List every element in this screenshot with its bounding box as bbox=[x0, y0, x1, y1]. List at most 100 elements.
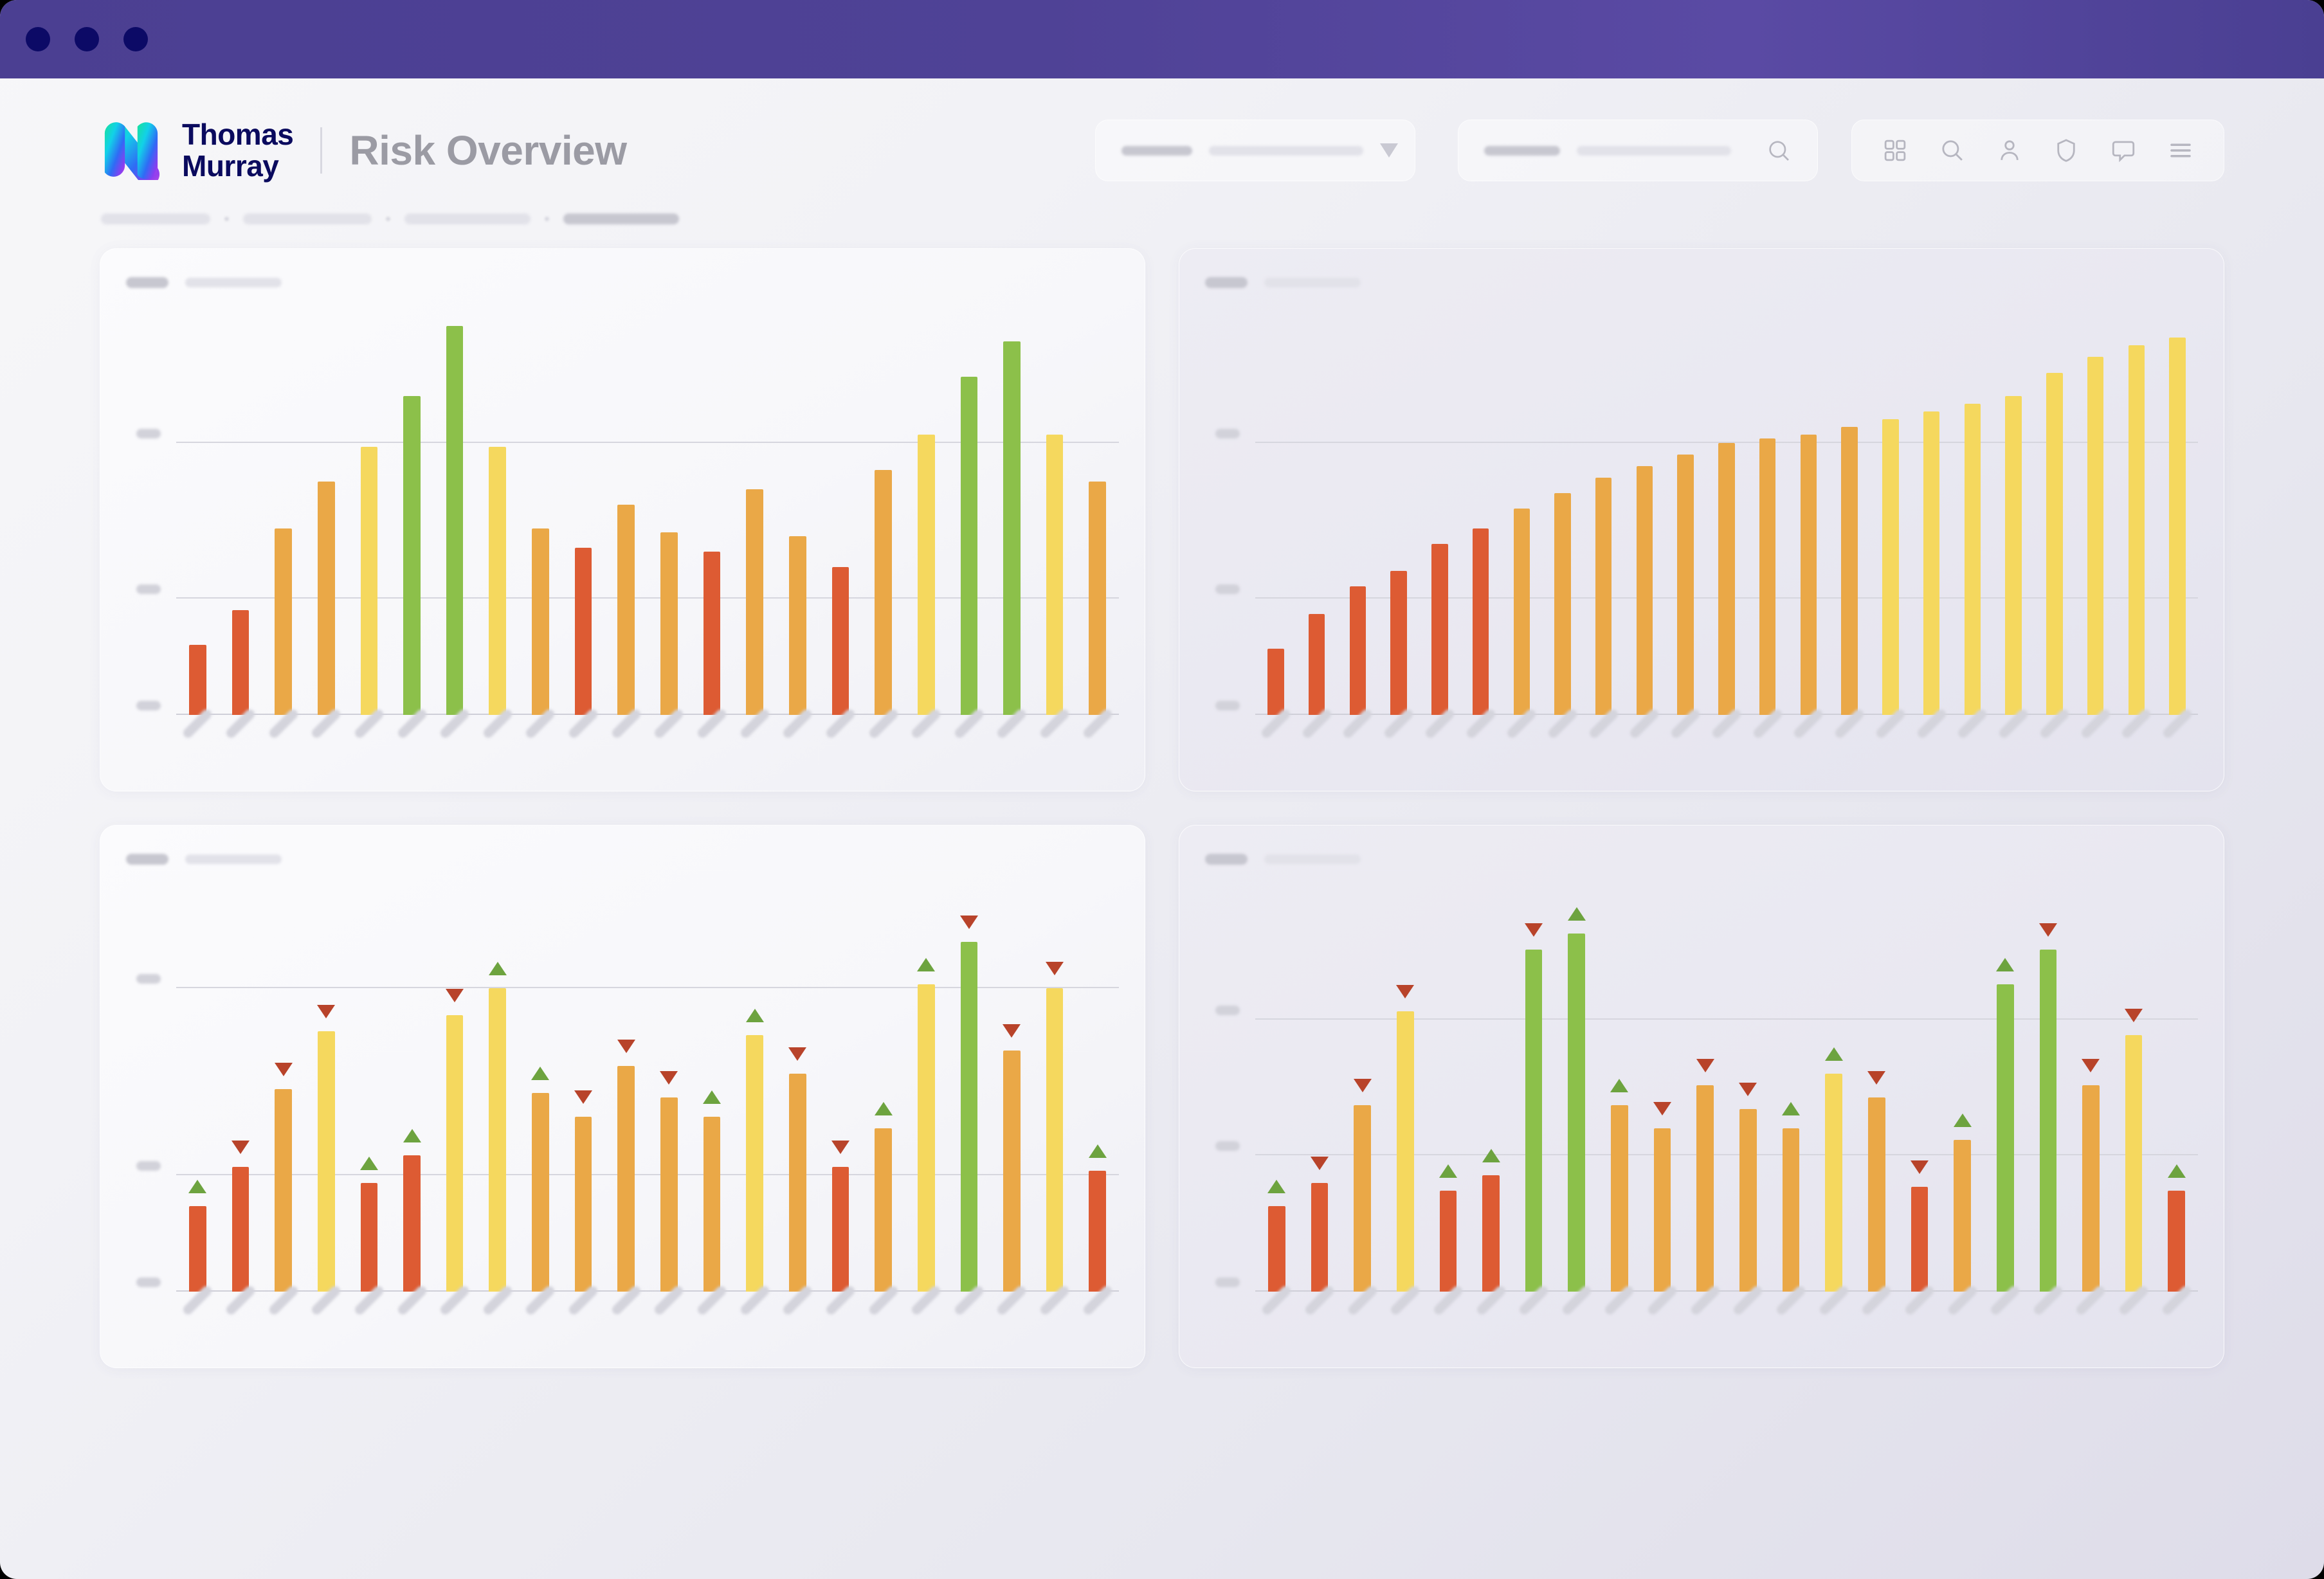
chart-bar[interactable] bbox=[1841, 427, 1857, 715]
chart-bar[interactable] bbox=[875, 470, 892, 715]
chart-bar-slot[interactable] bbox=[1076, 903, 1119, 1292]
chart-bar-slot[interactable] bbox=[1255, 326, 1296, 715]
chart-bar-slot[interactable] bbox=[1770, 903, 1813, 1292]
brand-lockup[interactable]: Thomas Murray bbox=[100, 119, 293, 182]
chart-bar-slot[interactable] bbox=[819, 326, 862, 715]
chart-bar-slot[interactable] bbox=[2027, 903, 2070, 1292]
chart-bar[interactable] bbox=[1783, 1128, 1800, 1292]
chart-bar[interactable] bbox=[403, 1155, 421, 1292]
chart-bar-slot[interactable] bbox=[562, 326, 605, 715]
chart-bar[interactable] bbox=[1696, 1085, 1714, 1292]
chart-bar-slot[interactable] bbox=[819, 903, 862, 1292]
chart-bar-slot[interactable] bbox=[2112, 903, 2156, 1292]
chart-bar[interactable] bbox=[1046, 988, 1064, 1292]
chart-bar[interactable] bbox=[232, 610, 250, 715]
chart-bar-slot[interactable] bbox=[733, 903, 776, 1292]
chart-bar-slot[interactable] bbox=[1298, 903, 1341, 1292]
chart-bar-slot[interactable] bbox=[1598, 903, 1641, 1292]
chart-bar-slot[interactable] bbox=[519, 326, 562, 715]
chart-bar-slot[interactable] bbox=[1829, 326, 1870, 715]
chart-bar[interactable] bbox=[1354, 1105, 1371, 1292]
filter-select[interactable] bbox=[1095, 120, 1415, 181]
chart-bar[interactable] bbox=[275, 528, 292, 715]
chart-bar[interactable] bbox=[1397, 1011, 1414, 1292]
chart-bar[interactable] bbox=[532, 1093, 549, 1292]
chart-bar-slot[interactable] bbox=[990, 903, 1033, 1292]
chart-bar[interactable] bbox=[532, 528, 549, 715]
chart-bar-slot[interactable] bbox=[1993, 326, 2034, 715]
chart-bar-slot[interactable] bbox=[1941, 903, 1984, 1292]
chart-bar[interactable] bbox=[361, 1183, 378, 1292]
chart-bar[interactable] bbox=[189, 645, 206, 715]
chart-bar-slot[interactable] bbox=[905, 903, 948, 1292]
breadcrumb-item[interactable] bbox=[404, 213, 531, 224]
chart-bar-slot[interactable] bbox=[262, 903, 305, 1292]
chart-bar[interactable] bbox=[1654, 1128, 1671, 1292]
chart-bar-slot[interactable] bbox=[1812, 903, 1855, 1292]
chart-bar-slot[interactable] bbox=[1255, 903, 1298, 1292]
chart-bar-slot[interactable] bbox=[2116, 326, 2157, 715]
chart-bar-slot[interactable] bbox=[1460, 326, 1502, 715]
chart-bar-slot[interactable] bbox=[433, 326, 477, 715]
chart-bar[interactable] bbox=[1718, 443, 1734, 716]
chart-bar[interactable] bbox=[1595, 478, 1611, 715]
chart-bar[interactable] bbox=[1003, 1051, 1021, 1292]
chart-bar[interactable] bbox=[575, 1117, 592, 1292]
chart-bar-slot[interactable] bbox=[733, 326, 776, 715]
chart-bar[interactable] bbox=[704, 552, 721, 715]
chart-bar[interactable] bbox=[1440, 1191, 1457, 1292]
chart-bar[interactable] bbox=[875, 1128, 892, 1292]
chart-bar-slot[interactable] bbox=[1624, 326, 1666, 715]
shield-security-icon[interactable] bbox=[2053, 137, 2080, 164]
chart-bar-slot[interactable] bbox=[1911, 326, 1952, 715]
chart-bar[interactable] bbox=[1089, 482, 1106, 715]
chart-bar-slot[interactable] bbox=[2069, 903, 2112, 1292]
chart-bar[interactable] bbox=[789, 536, 806, 715]
chart-bar[interactable] bbox=[660, 532, 678, 715]
grid-apps-icon[interactable] bbox=[1882, 137, 1909, 164]
chart-bar[interactable] bbox=[617, 505, 635, 715]
breadcrumb-item[interactable] bbox=[243, 213, 372, 224]
chart-bar[interactable] bbox=[704, 1117, 721, 1292]
chart-bar[interactable] bbox=[2082, 1085, 2100, 1292]
chart-bar-slot[interactable] bbox=[776, 326, 819, 715]
chart-bar-slot[interactable] bbox=[1788, 326, 1829, 715]
chart-bar-slot[interactable] bbox=[1684, 903, 1727, 1292]
chart-bar[interactable] bbox=[2040, 950, 2057, 1292]
chart-bar[interactable] bbox=[1003, 341, 1021, 715]
chart-bar-slot[interactable] bbox=[648, 326, 691, 715]
breadcrumb-item-active[interactable] bbox=[563, 213, 679, 224]
chart-bar-slot[interactable] bbox=[1641, 903, 1684, 1292]
chart-bar[interactable] bbox=[2169, 338, 2185, 715]
chart-bar-slot[interactable] bbox=[776, 903, 819, 1292]
chart-bar[interactable] bbox=[361, 447, 378, 715]
chart-bar[interactable] bbox=[918, 984, 935, 1292]
chart-bar[interactable] bbox=[789, 1074, 806, 1292]
chart-bar-slot[interactable] bbox=[691, 326, 734, 715]
chart-bar-slot[interactable] bbox=[1665, 326, 1706, 715]
chart-bar[interactable] bbox=[2125, 1035, 2143, 1292]
chart-bar-slot[interactable] bbox=[262, 326, 305, 715]
chart-bar-slot[interactable] bbox=[348, 326, 391, 715]
chart-bar[interactable] bbox=[1390, 571, 1406, 715]
chart-bar-slot[interactable] bbox=[1501, 326, 1542, 715]
chart-bar-slot[interactable] bbox=[2155, 903, 2198, 1292]
chart-bar[interactable] bbox=[1514, 509, 1530, 715]
chart-bar[interactable] bbox=[832, 567, 849, 715]
chart-bar-slot[interactable] bbox=[1033, 326, 1076, 715]
chart-bar-slot[interactable] bbox=[905, 326, 948, 715]
search-input[interactable] bbox=[1458, 120, 1818, 181]
chart-bar-slot[interactable] bbox=[219, 903, 262, 1292]
chart-bar[interactable] bbox=[2005, 396, 2021, 715]
chart-bar-slot[interactable] bbox=[1384, 903, 1427, 1292]
hamburger-menu-icon[interactable] bbox=[2167, 137, 2194, 164]
chart-bar[interactable] bbox=[1759, 438, 1775, 715]
chart-bar-slot[interactable] bbox=[305, 326, 348, 715]
chart-bar[interactable] bbox=[1350, 586, 1366, 715]
chart-bar[interactable] bbox=[1568, 934, 1585, 1292]
chart-bar[interactable] bbox=[1637, 466, 1653, 715]
chart-bar-slot[interactable] bbox=[1419, 326, 1460, 715]
chart-bar-slot[interactable] bbox=[1898, 903, 1941, 1292]
user-account-icon[interactable] bbox=[1996, 137, 2023, 164]
chart-bar[interactable] bbox=[1739, 1109, 1757, 1292]
